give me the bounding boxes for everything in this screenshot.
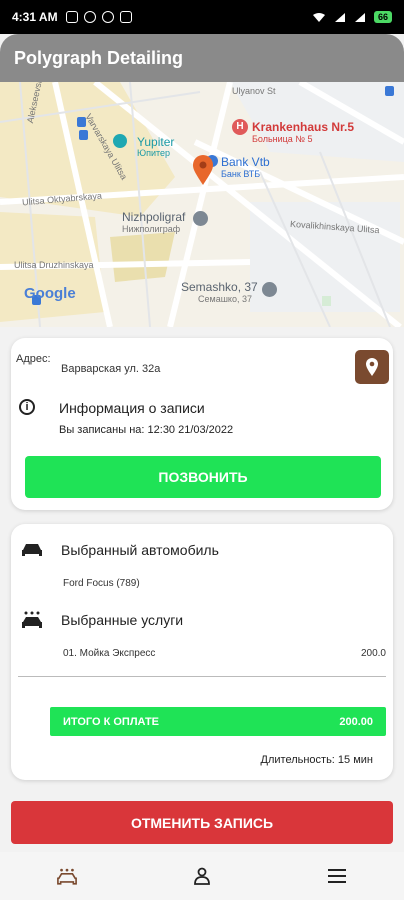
location-button[interactable] [355,350,389,384]
service-name: 01. Мойка Экспресс [63,648,156,659]
order-details-card: Выбранный автомобиль Ford Focus (789) Вы… [11,524,393,780]
cancel-booking-button[interactable]: ОТМЕНИТЬ ЗАПИСЬ [11,801,393,844]
car-wash-nav-icon [57,868,78,885]
app-notification-icon [119,11,132,23]
signal-icon [334,12,345,22]
map-poi-label: Yupiter [137,135,175,149]
map-poi-label: Nizhpoligraf [122,210,186,224]
map-poi-sublabel: Больница № 5 [252,134,313,144]
map-poi-label: Semashko, 37 [181,280,258,294]
status-right: 66 [312,11,392,23]
status-time: 4:31 AM [12,10,58,24]
hospital-pin-icon[interactable]: H [232,119,248,135]
service-price: 200.0 [360,648,386,659]
bottom-navigation [0,852,404,900]
call-button[interactable]: ПОЗВОНИТЬ [25,456,381,498]
place-pin-icon[interactable] [193,211,208,226]
notification-icons [65,11,132,23]
map-poi-sublabel: Семашко, 37 [198,294,252,304]
entertainment-pin-icon[interactable] [113,134,127,148]
menu-icon [327,869,346,883]
info-icon: i [19,399,35,415]
wifi-icon [312,12,325,22]
nav-menu[interactable] [269,852,404,900]
car-icon [22,544,42,556]
map-label-street: Ulitsa Druzhinskaya [14,260,94,270]
nav-profile[interactable] [135,852,270,900]
app-notification-icon [101,11,114,23]
address-value: Варварская ул. 32а [61,363,161,375]
map-label-street: Ulyanov St [232,86,276,96]
map-view[interactable]: Alekseevskaya Ulitsa Varvarskaya Ulitsa … [0,82,404,327]
status-bar: 4:31 AM 66 [0,0,404,34]
app-notification-icon [83,11,96,23]
battery-icon: 66 [373,11,392,23]
map-poi-sublabel: Банк ВТБ [221,169,261,179]
map-poi-label: Krankenhaus Nr.5 [252,120,355,134]
selected-car-value: Ford Focus (789) [63,578,140,589]
map-poi-sublabel: Нижполиграф [122,224,181,234]
divider [18,676,386,677]
app-bar: Polygraph Detailing [0,34,404,82]
address-label: Адрес: [16,353,51,365]
app-title: Polygraph Detailing [14,47,184,68]
location-pin-icon [366,358,378,376]
selected-services-title: Выбранные услуги [61,612,184,628]
selected-car-title: Выбранный автомобиль [61,542,219,558]
total-label: ИТОГО К ОПЛАТЕ [63,715,160,728]
total-value: 200.00 [339,715,373,728]
map-poi-sublabel: Юпитер [137,148,171,158]
booking-info-title: Информация о записи [59,400,205,416]
total-bar: ИТОГО К ОПЛАТЕ 200.00 [50,707,386,736]
location-marker-icon[interactable] [192,154,214,186]
duration: Длительность: 15 мин [260,754,373,766]
transit-icon [77,117,86,127]
calendar-icon [65,11,78,23]
nav-booking[interactable] [0,852,135,900]
booking-datetime: Вы записаны на: 12:30 21/03/2022 [59,424,234,436]
map-poi-label: Bank Vtb [221,155,270,169]
transit-icon [385,86,394,96]
place-pin-icon[interactable] [262,282,277,297]
person-icon [194,867,210,885]
signal-icon [354,12,365,22]
google-logo: Google [24,285,76,302]
car-wash-icon [22,611,42,628]
transit-icon [79,130,88,140]
booking-info-card: Адрес: Варварская ул. 32а i Информация о… [11,338,393,510]
